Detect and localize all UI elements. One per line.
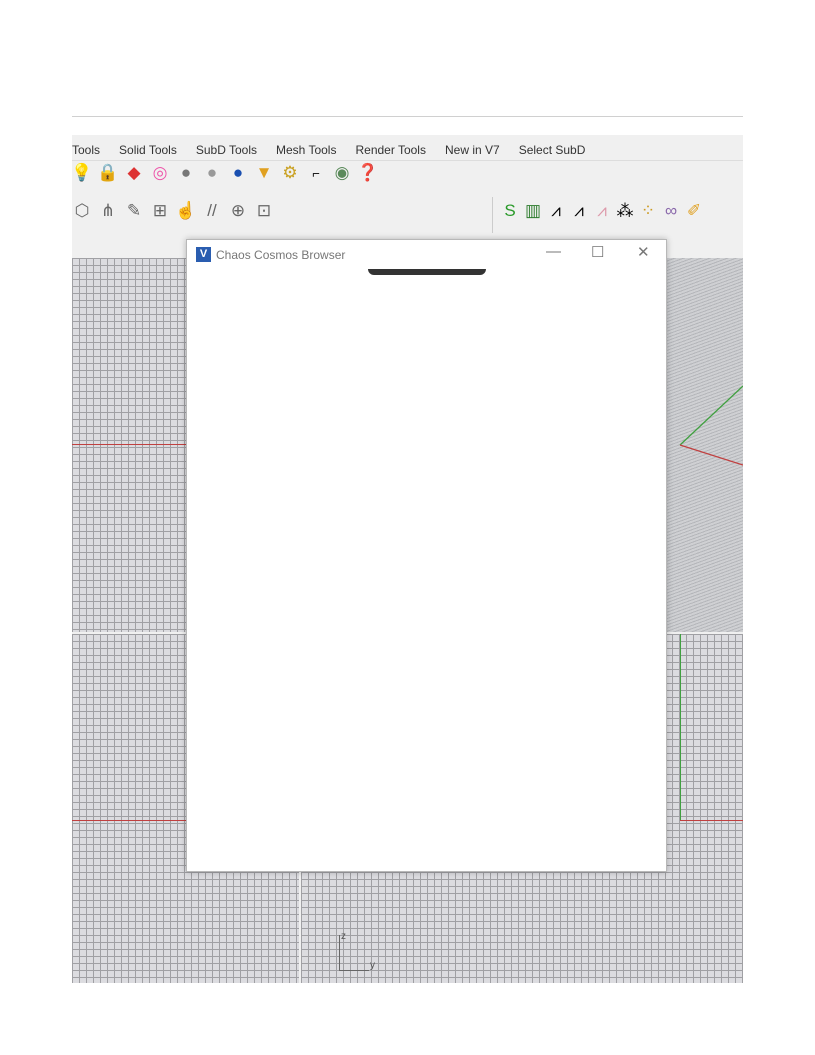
material-icon[interactable]: ◆ xyxy=(124,163,144,183)
axis-y-label: y xyxy=(370,960,375,971)
axis-widget xyxy=(339,935,340,970)
render-icon[interactable]: ◉ xyxy=(332,163,352,183)
dimension-icon[interactable]: ⌐ xyxy=(306,163,326,183)
sphere-grey-icon[interactable]: ● xyxy=(176,163,196,183)
pencil-icon[interactable]: ✐ xyxy=(684,201,704,221)
toolbar-separator xyxy=(492,197,493,233)
curve-icon[interactable]: S xyxy=(500,201,520,221)
tab-mesh-tools[interactable]: Mesh Tools xyxy=(276,143,336,160)
chaos-cosmos-dialog: V Chaos Cosmos Browser — ☐ ✕ xyxy=(186,239,667,872)
color-wheel-icon[interactable]: ◎ xyxy=(150,163,170,183)
viewport-perspective[interactable] xyxy=(665,258,743,632)
tab-render-tools[interactable]: Render Tools xyxy=(355,143,426,160)
tab-subd-tools[interactable]: SubD Tools xyxy=(196,143,257,160)
maximize-button[interactable]: ☐ xyxy=(591,243,604,261)
tab-new-in-v7[interactable]: New in V7 xyxy=(445,143,500,160)
minimize-button[interactable]: — xyxy=(546,243,561,260)
drag-handle[interactable] xyxy=(368,269,486,275)
box-icon[interactable]: ⬡ xyxy=(72,201,92,221)
close-button[interactable]: ✕ xyxy=(637,243,650,261)
toolbar-row1: 💡 🔒 ◆ ◎ ● ● ● ▼ ⚙ ⌐ ◉ ❓ xyxy=(72,163,379,183)
hand-icon[interactable]: ☝ xyxy=(175,201,196,221)
menu-tabs: Tools Solid Tools SubD Tools Mesh Tools … xyxy=(72,143,743,161)
axis-widget-h xyxy=(339,970,369,971)
divider xyxy=(72,116,743,117)
grass-icon[interactable]: ⋔ xyxy=(98,201,118,221)
toolbar-row2: ⬡ ⋔ ✎ ⊞ ☝ // ⊕ ⊡ xyxy=(72,201,274,221)
point-icon[interactable]: ⩘ xyxy=(546,201,566,221)
lock-frame-icon[interactable]: ⊡ xyxy=(254,201,274,221)
point-arrow-icon[interactable]: ⩘ xyxy=(592,201,612,221)
pencil-icon[interactable]: ✎ xyxy=(124,201,144,221)
filter-icon[interactable]: ▼ xyxy=(254,163,274,183)
tab-select-subd[interactable]: Select SubD xyxy=(519,143,586,160)
points-icon[interactable]: ⁂ xyxy=(615,201,635,221)
grid-icon[interactable]: ⊞ xyxy=(150,201,170,221)
glasses-icon[interactable]: ∞ xyxy=(661,201,681,221)
tab-tools[interactable]: Tools xyxy=(72,143,100,160)
y-axis-line xyxy=(680,820,743,821)
x-axis-line xyxy=(72,820,186,821)
sphere-shaded-icon[interactable]: ● xyxy=(202,163,222,183)
z-axis-line xyxy=(680,634,681,820)
nodes-icon[interactable]: ⁘ xyxy=(638,201,658,221)
dialog-title: Chaos Cosmos Browser xyxy=(216,248,346,262)
lines-icon[interactable]: // xyxy=(202,201,222,221)
gear-icon[interactable]: ⚙ xyxy=(280,163,300,183)
light-icon[interactable]: 💡 xyxy=(72,163,93,183)
tab-solid-tools[interactable]: Solid Tools xyxy=(119,143,177,160)
toolbar-row3: S ▥ ⩘ ⩘ ⩘ ⁂ ⁘ ∞ ✐ xyxy=(500,201,704,221)
chaos-logo-icon: V xyxy=(196,247,211,262)
axis-z-label: z xyxy=(341,931,346,942)
sphere-blue-icon[interactable]: ● xyxy=(228,163,248,183)
target-icon[interactable]: ⊕ xyxy=(228,201,248,221)
x-axis-line xyxy=(72,444,186,445)
calculator-icon[interactable]: ▥ xyxy=(523,201,543,221)
point-eye-icon[interactable]: ⩘ xyxy=(569,201,589,221)
lock-icon[interactable]: 🔒 xyxy=(97,163,118,183)
help-icon[interactable]: ❓ xyxy=(357,163,378,183)
